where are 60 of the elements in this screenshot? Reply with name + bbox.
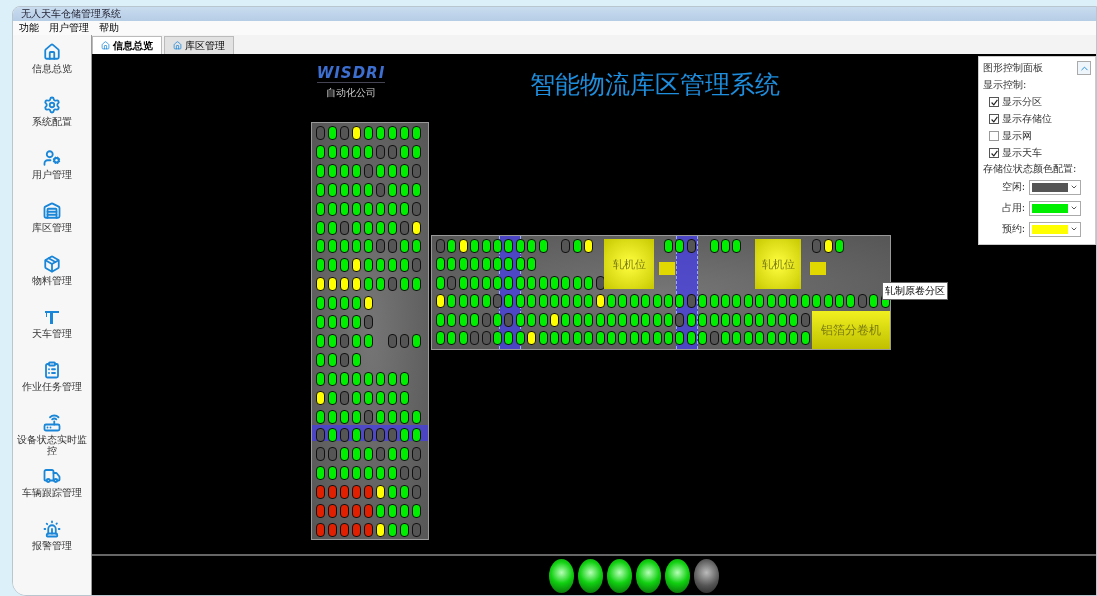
mill-station: 轧机位 <box>604 239 654 289</box>
color-label: 空闲: <box>1001 180 1025 194</box>
sidebar-item[interactable]: 用户管理 <box>15 169 89 180</box>
clipboard-list-icon <box>43 361 61 379</box>
sidebar-item[interactable]: 作业任务管理 <box>15 381 89 392</box>
section-heading: 存储位状态颜色配置: <box>983 163 1078 175</box>
truck-icon <box>43 467 61 485</box>
sidebar-item[interactable]: 设备状态实时监控 <box>15 434 89 456</box>
tooltip: 轧制原卷分区 <box>882 282 948 300</box>
tab[interactable]: 信息总览 <box>92 36 162 54</box>
menu-item[interactable]: 帮助 <box>99 21 119 35</box>
checkbox[interactable] <box>989 97 999 107</box>
gear-icon <box>43 96 61 114</box>
caret-icon <box>1070 225 1078 233</box>
caret-icon <box>1070 204 1078 212</box>
panel-title: 图形控制面板 <box>983 61 1043 75</box>
checkmark-icon <box>990 149 998 157</box>
checkbox[interactable] <box>989 114 999 124</box>
slitter-machine: 铝箔分卷机 <box>812 311 890 349</box>
checkbox[interactable] <box>989 131 999 141</box>
checkbox[interactable] <box>989 148 999 158</box>
crane-icon <box>43 308 61 326</box>
color-label: 占用: <box>1001 201 1025 215</box>
mill-station: 轧机位 <box>755 239 801 289</box>
color-picker[interactable] <box>1029 221 1081 237</box>
logo-subtitle: 自动化公司 <box>326 86 376 100</box>
checkbox-label: 显示天车 <box>1002 146 1042 160</box>
sidebar-item[interactable]: 报警管理 <box>15 540 89 551</box>
router-icon <box>43 414 61 432</box>
checkbox-label: 显示存储位 <box>1002 112 1052 126</box>
color-picker[interactable] <box>1029 200 1081 216</box>
caret-icon <box>1070 183 1078 191</box>
machine-marker <box>810 262 826 275</box>
house-icon <box>101 41 110 50</box>
siren-icon <box>43 520 61 538</box>
warehouse-icon <box>43 202 61 220</box>
sidebar-item[interactable]: 车辆跟踪管理 <box>15 487 89 498</box>
sidebar-item[interactable]: 物料管理 <box>15 275 89 286</box>
checkmark-icon <box>990 115 998 123</box>
sidebar-item[interactable]: 库区管理 <box>15 222 89 233</box>
sidebar-item[interactable]: 信息总览 <box>15 63 89 74</box>
sidebar-item[interactable]: 天车管理 <box>15 328 89 339</box>
color-label: 预约: <box>1001 222 1025 236</box>
house-icon <box>173 41 182 50</box>
color-picker[interactable] <box>1029 179 1081 195</box>
checkbox-label: 显示分区 <box>1002 95 1042 109</box>
menu-item[interactable]: 功能 <box>19 21 39 35</box>
checkmark-icon <box>990 98 998 106</box>
sidebar-item[interactable]: 系统配置 <box>15 116 89 127</box>
system-title: 智能物流库区管理系统 <box>530 69 780 101</box>
window-title: 无人天车仓储管理系统 <box>21 7 121 21</box>
section-heading: 显示控制: <box>983 78 1028 92</box>
house-icon <box>43 43 61 61</box>
checkbox-label: 显示网 <box>1002 129 1032 143</box>
tab[interactable]: 库区管理 <box>164 36 234 54</box>
menu-item[interactable]: 用户管理 <box>49 21 89 35</box>
logo: WISDRI <box>316 64 386 83</box>
user-gear-icon <box>43 149 61 167</box>
box-icon <box>43 255 61 273</box>
machine-marker <box>659 262 675 275</box>
